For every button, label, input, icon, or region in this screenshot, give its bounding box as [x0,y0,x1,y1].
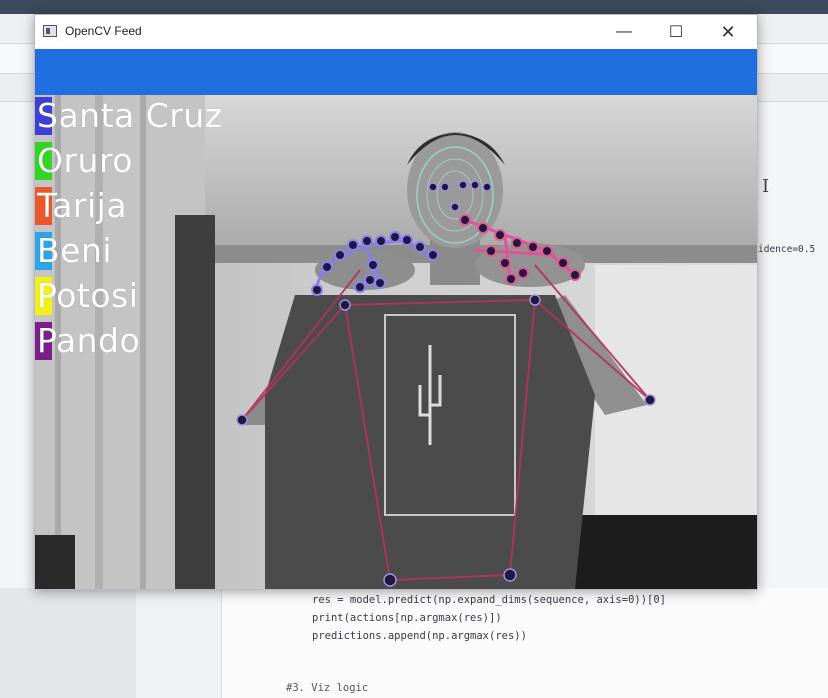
app-window-icon [43,25,57,37]
minimize-button[interactable]: — [601,15,647,49]
action-label: Santa Cruz [37,96,223,135]
window-titlebar[interactable]: OpenCV Feed — ☐ ✕ [35,15,757,49]
close-button[interactable]: ✕ [705,15,751,49]
code-line-partial[interactable]: idence=0.5 [758,244,815,255]
action-label: Tarija [37,186,128,225]
action-label: Oruro [37,141,133,180]
minimize-icon: — [616,23,632,40]
label-row: Beni [35,232,112,270]
maximize-button[interactable]: ☐ [653,15,699,49]
code-line-print[interactable]: print(actions[np.argmax(res)]) [312,612,502,624]
window-title: OpenCV Feed [65,24,142,38]
code-comment-viz[interactable]: #3. Viz logic [286,682,368,694]
label-row: Pando [35,322,140,360]
editor-top-strip [0,0,828,14]
editor-gutter [136,588,222,698]
action-label: Beni [37,231,113,270]
label-row: Oruro [35,142,133,180]
sentence-output-bar [35,49,757,95]
camera-frame: Santa Cruz Oruro Tarija Beni Potosi Pando [35,95,757,589]
maximize-icon: ☐ [668,24,684,41]
action-label: Potosi [37,276,139,315]
webcam-image [35,95,757,589]
code-line-predict[interactable]: res = model.predict(np.expand_dims(seque… [312,594,666,606]
opencv-window[interactable]: OpenCV Feed — ☐ ✕ Santa Cruz Oruro Tarij… [34,14,758,590]
label-row: Potosi [35,277,138,315]
code-line-append[interactable]: predictions.append(np.argmax(res)) [312,630,527,642]
label-row: Tarija [35,187,127,225]
action-label: Pando [37,321,141,360]
label-row: Santa Cruz [35,97,222,135]
close-icon: ✕ [720,21,736,42]
editor-left-panel [0,588,136,698]
text-cursor-icon: I [762,176,770,197]
